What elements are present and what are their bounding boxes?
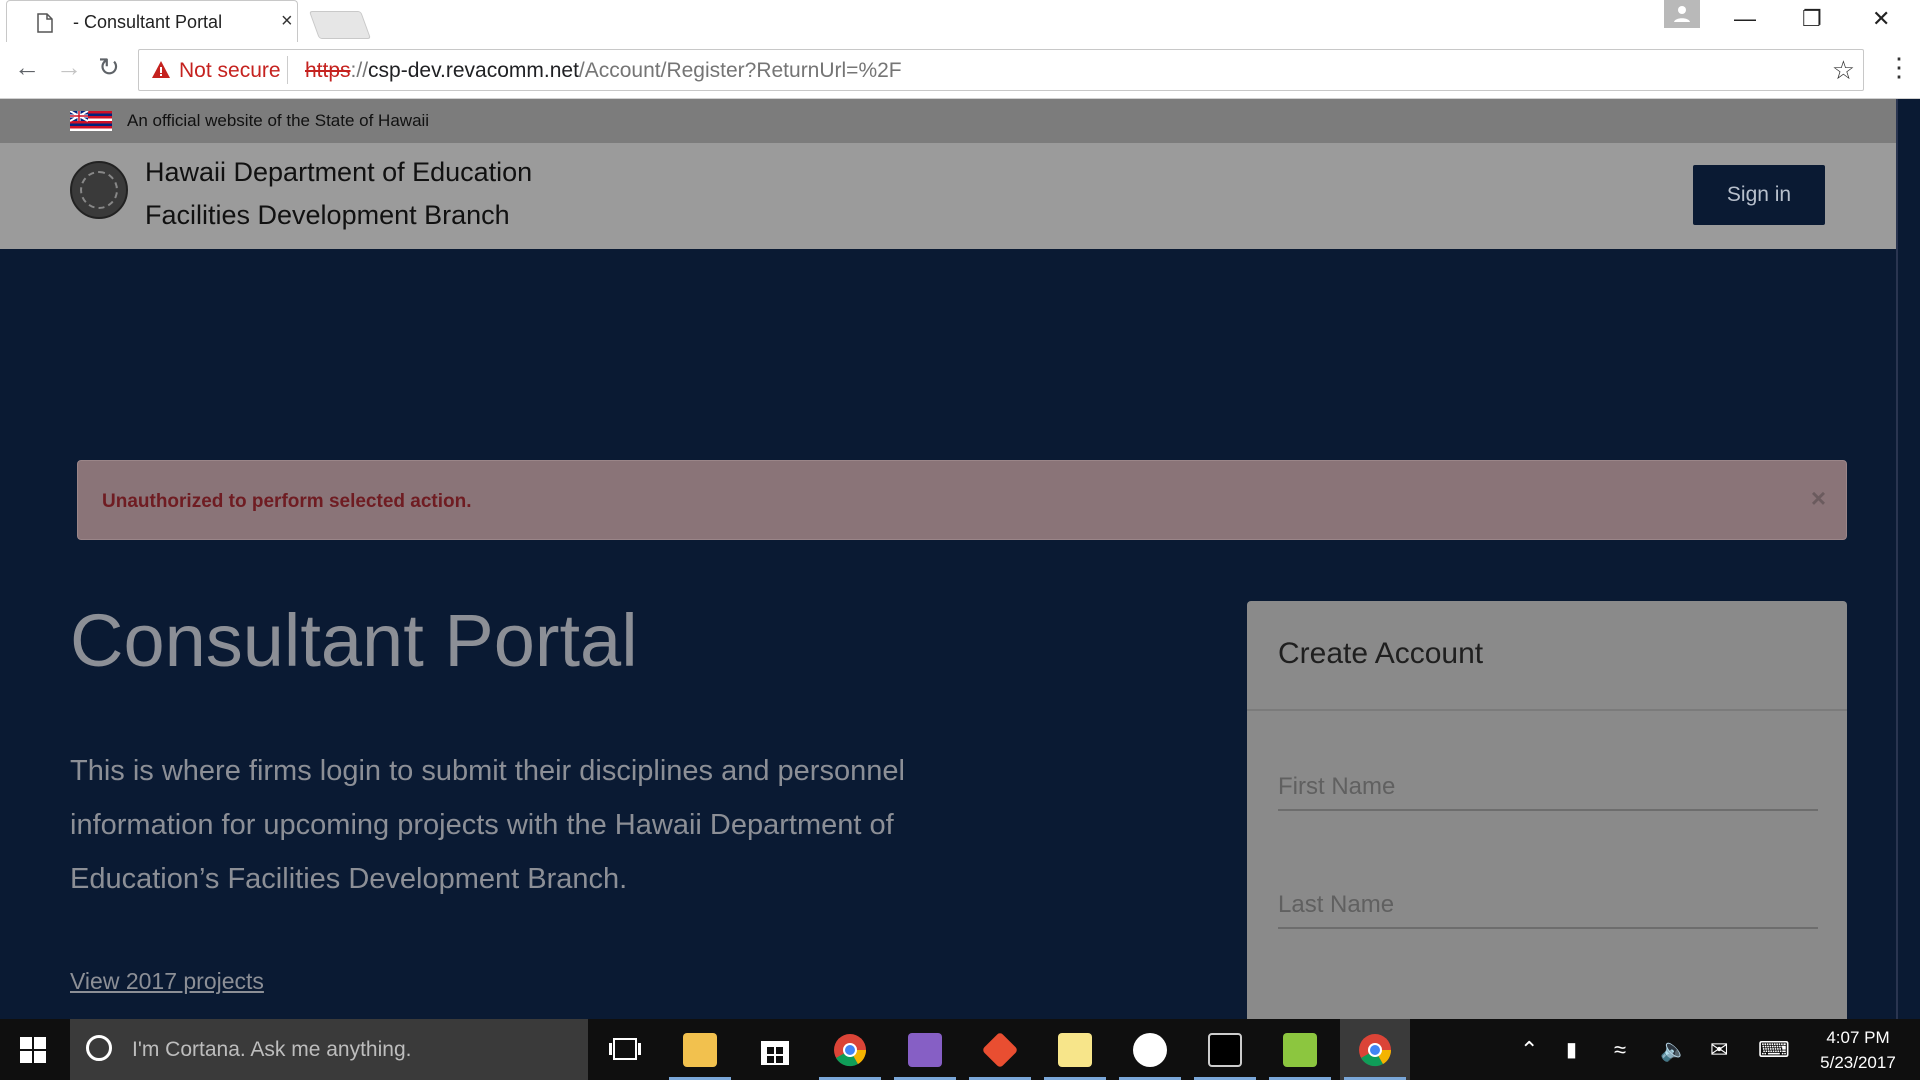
forward-icon[interactable]: → [56, 52, 82, 83]
browser-tab-bar: - Consultant Portal × — ❐ ✕ [0, 0, 1920, 43]
tray-chevron-up-icon[interactable]: ⌃ [1520, 1037, 1538, 1063]
alert-message: Unauthorized to perform selected action. [102, 491, 472, 512]
window-close-icon[interactable]: ✕ [1872, 6, 1890, 32]
url-separator: :// [350, 59, 369, 82]
keyboard-icon[interactable]: ⌨ [1758, 1037, 1790, 1063]
tab-close-icon[interactable]: × [281, 10, 293, 33]
battery-icon[interactable]: ▮ [1566, 1037, 1577, 1062]
url-text[interactable]: https://csp-dev.revacomm.net/Account/Reg… [305, 59, 902, 83]
hawaii-flag-icon [70, 111, 112, 131]
warning-icon [152, 61, 170, 78]
visual-studio-icon[interactable] [890, 1019, 960, 1080]
error-alert: Unauthorized to perform selected action.… [77, 460, 1847, 540]
first-name-field[interactable] [1278, 769, 1818, 811]
create-account-card: Create Account [1247, 601, 1847, 1031]
bookmark-star-icon[interactable]: ☆ [1832, 55, 1855, 86]
url-host: csp-dev.revacomm.net [368, 59, 579, 82]
browser-tab[interactable]: - Consultant Portal × [6, 0, 298, 43]
windows-start-icon[interactable] [20, 1037, 46, 1063]
clock-date: 5/23/2017 [1820, 1053, 1896, 1072]
doe-seal-logo[interactable] [70, 161, 128, 219]
page-description: This is where firms login to submit thei… [70, 755, 905, 895]
sticky-notes-icon[interactable] [1040, 1019, 1110, 1080]
browser-toolbar: ← → ↻ Not secure https://csp-dev.revacom… [0, 42, 1920, 99]
new-tab-button[interactable] [308, 11, 372, 39]
alert-close-icon[interactable]: × [1811, 483, 1826, 514]
task-view-icon[interactable] [590, 1019, 660, 1080]
omnibox-divider [287, 56, 288, 84]
scrollbar-thumb[interactable] [1896, 99, 1898, 1019]
sign-in-button[interactable]: Sign in [1693, 165, 1825, 225]
tab-title: - Consultant Portal [73, 12, 223, 32]
first-name-input[interactable] [1278, 769, 1818, 805]
cortana-search-box[interactable]: I'm Cortana. Ask me anything. [70, 1019, 588, 1080]
store-icon[interactable] [740, 1019, 810, 1080]
notification-icon[interactable]: ✉ [1710, 1037, 1728, 1063]
official-banner-text: An official website of the State of Hawa… [127, 111, 430, 130]
system-clock[interactable]: 4:07 PM 5/23/2017 [1808, 1025, 1908, 1075]
chrome-icon[interactable] [815, 1019, 885, 1080]
org-name[interactable]: Hawaii Department of Education [145, 157, 532, 188]
chrome-icon[interactable] [1340, 1019, 1410, 1080]
clock-time: 4:07 PM [1826, 1028, 1890, 1047]
terminal-icon[interactable] [1190, 1019, 1260, 1080]
windows-taskbar: I'm Cortana. Ask me anything. ⌃ ▮ ≈ 🔈 ✉ … [0, 1019, 1920, 1080]
back-icon[interactable]: ← [14, 52, 40, 83]
cortana-icon [86, 1035, 112, 1061]
reload-icon[interactable]: ↻ [98, 52, 120, 83]
url-scheme: https [305, 59, 351, 82]
url-path: /Account/Register?ReturnUrl=%2F [578, 59, 902, 82]
page-scrollbar[interactable] [1896, 99, 1920, 1019]
last-name-input[interactable] [1278, 887, 1818, 923]
cortana-placeholder: I'm Cortana. Ask me anything. [132, 1038, 412, 1061]
official-banner: An official website of the State of Hawa… [0, 99, 1896, 143]
last-name-field[interactable] [1278, 887, 1818, 929]
browser-menu-icon[interactable]: ⋮ [1886, 52, 1912, 83]
page-title: Consultant Portal [70, 599, 638, 682]
security-indicator[interactable]: Not secure [179, 59, 281, 83]
site-header: Hawaii Department of Education Facilitie… [0, 143, 1896, 249]
org-branch[interactable]: Facilities Development Branch [145, 200, 510, 231]
page-icon [37, 13, 53, 33]
address-bar[interactable]: Not secure https://csp-dev.revacomm.net/… [138, 49, 1864, 91]
wifi-icon[interactable]: ≈ [1614, 1037, 1626, 1063]
git-icon[interactable] [965, 1019, 1035, 1080]
card-title: Create Account [1278, 637, 1484, 670]
view-projects-link[interactable]: View 2017 projects [70, 968, 264, 995]
file-explorer-icon[interactable] [665, 1019, 735, 1080]
notepad-plus-icon[interactable] [1265, 1019, 1335, 1080]
minimize-icon[interactable]: — [1734, 6, 1756, 32]
volume-muted-icon[interactable]: 🔈 [1660, 1037, 1687, 1063]
card-header: Create Account [1247, 601, 1847, 711]
restore-icon[interactable]: ❐ [1802, 6, 1822, 32]
profile-icon[interactable] [1664, 0, 1700, 28]
slack-icon[interactable] [1115, 1019, 1185, 1080]
